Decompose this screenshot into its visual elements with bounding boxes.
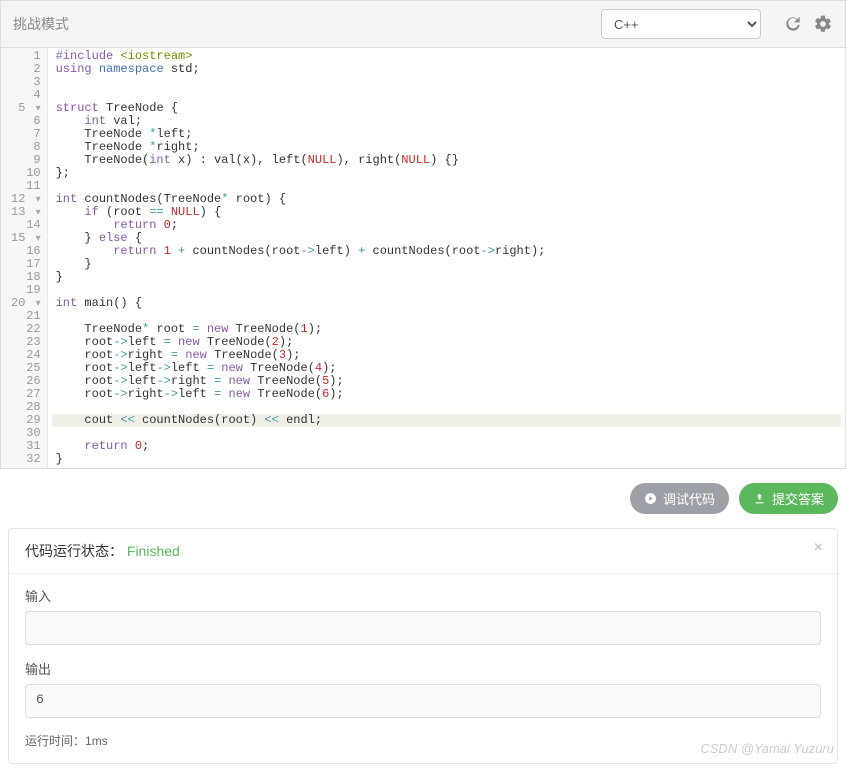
code-line[interactable]: [52, 76, 841, 89]
play-circle-icon: [644, 492, 657, 505]
code-line[interactable]: return 0;: [52, 440, 841, 453]
code-line[interactable]: return 0;: [52, 219, 841, 232]
gear-icon[interactable]: [813, 14, 833, 34]
result-panel: × 代码运行状态： Finished 输入 输出 6 运行时间：1ms: [8, 528, 838, 764]
code-line[interactable]: cout << countNodes(root) << endl;: [52, 414, 841, 427]
upload-icon: [753, 492, 766, 505]
code-line[interactable]: TreeNode(int x) : val(x), left(NULL), ri…: [52, 154, 841, 167]
output-label: 输出: [25, 659, 821, 678]
code-line[interactable]: };: [52, 167, 841, 180]
status-value: Finished: [127, 543, 180, 559]
submit-label: 提交答案: [772, 489, 824, 508]
watermark: CSDN @Yamai Yuzuru: [700, 741, 834, 756]
editor-toolbar: 挑战模式 C++: [0, 0, 846, 48]
refresh-icon[interactable]: [783, 14, 803, 34]
code-line[interactable]: [52, 284, 841, 297]
action-row: 调试代码 提交答案: [0, 469, 846, 528]
code-line[interactable]: int main() {: [52, 297, 841, 310]
language-select[interactable]: C++: [601, 9, 761, 39]
code-line[interactable]: [52, 427, 841, 440]
code-line[interactable]: }: [52, 258, 841, 271]
code-line[interactable]: }: [52, 453, 841, 466]
result-header: 代码运行状态： Finished: [9, 529, 837, 574]
code-area[interactable]: #include <iostream>using namespace std;s…: [48, 48, 845, 468]
line-gutter: 12345 ▾6789101112 ▾13 ▾1415 ▾1617181920 …: [1, 48, 48, 468]
submit-button[interactable]: 提交答案: [739, 483, 838, 514]
input-box[interactable]: [25, 611, 821, 645]
code-editor[interactable]: 12345 ▾6789101112 ▾13 ▾1415 ▾1617181920 …: [0, 48, 846, 469]
code-line[interactable]: struct TreeNode {: [52, 102, 841, 115]
status-label: 代码运行状态：: [25, 543, 123, 559]
line-number: 32: [1, 453, 47, 466]
code-line[interactable]: }: [52, 271, 841, 284]
code-line[interactable]: root->right->left = new TreeNode(6);: [52, 388, 841, 401]
debug-label: 调试代码: [663, 489, 715, 508]
mode-title: 挑战模式: [13, 14, 601, 34]
output-box: 6: [25, 684, 821, 718]
code-line[interactable]: return 1 + countNodes(root->left) + coun…: [52, 245, 841, 258]
close-icon[interactable]: ×: [814, 539, 823, 557]
code-line[interactable]: using namespace std;: [52, 63, 841, 76]
debug-button[interactable]: 调试代码: [630, 483, 729, 514]
input-label: 输入: [25, 586, 821, 605]
